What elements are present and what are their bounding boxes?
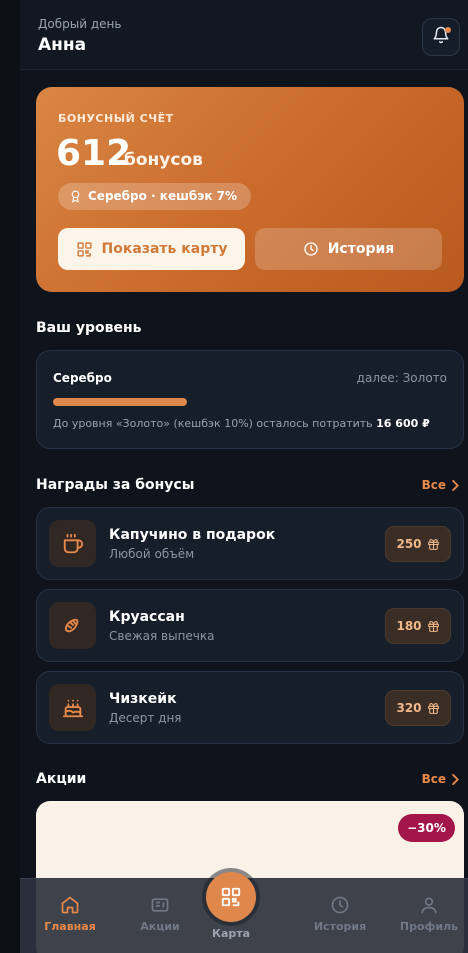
history-button[interactable]: История [255, 228, 442, 270]
reward-subtitle: Любой объём [109, 547, 195, 561]
history-label: История [327, 241, 395, 257]
promos-section-title: Акции [36, 771, 87, 787]
reward-icon-box [49, 520, 96, 567]
remaining-amount: 16 600 ₽ [376, 417, 430, 430]
tab-history-label: История [313, 920, 367, 933]
clock-icon [304, 242, 318, 256]
reward-subtitle: Свежая выпечка [109, 629, 215, 643]
chevron-right-icon [452, 479, 459, 491]
tab-promos-label: Акции [140, 920, 180, 933]
greeting-text: Добрый день [38, 17, 122, 31]
reward-cost-button[interactable]: 320 [385, 690, 451, 726]
tab-history[interactable]: История [295, 895, 385, 933]
rewards-section-title: Награды за бонусы [36, 477, 195, 493]
reward-title: Капучино в подарок [109, 527, 276, 543]
tier-text: Серебро · кешбэк 7% [88, 189, 238, 203]
show-card-label: Показать карту [101, 241, 228, 257]
tab-profile[interactable]: Профиль [384, 895, 468, 933]
reward-cost-button[interactable]: 180 [385, 608, 451, 644]
tab-promos[interactable]: Акции [115, 895, 205, 933]
level-progress-bar [53, 398, 187, 406]
qr-code-icon [221, 887, 241, 907]
reward-item[interactable]: Капучино в подарок Любой объём 250 [36, 507, 464, 580]
level-note-text: До уровня «Золото» (кешбэк 10%) осталось… [53, 417, 373, 430]
chevron-right-icon [452, 773, 459, 785]
ticket-icon [151, 898, 169, 912]
rewards-see-all-label: Все [421, 478, 446, 492]
user-icon [421, 897, 437, 914]
tier-badge: Серебро · кешбэк 7% [58, 183, 252, 210]
reward-title: Чизкейк [109, 691, 177, 707]
bonus-account-label: БОНУСНЫЙ СЧЁТ [58, 112, 174, 125]
notifications-button[interactable] [422, 18, 460, 56]
show-card-button[interactable]: Показать карту [58, 228, 245, 270]
level-section-title: Ваш уровень [36, 320, 142, 336]
reward-subtitle: Десерт дня [109, 711, 182, 725]
discount-badge: −30% [398, 814, 455, 842]
notification-dot [445, 27, 451, 33]
reward-cost: 180 [396, 619, 422, 633]
clock-icon [331, 896, 349, 914]
reward-cost: 320 [396, 701, 422, 715]
next-level: далее: Золото [356, 371, 447, 385]
reward-cost-button[interactable]: 250 [385, 526, 451, 562]
card-qr-button[interactable] [206, 872, 256, 922]
tab-home[interactable]: Главная [25, 895, 115, 933]
bonus-amount: 612 [56, 133, 132, 174]
gift-icon [427, 620, 439, 632]
top-header: Добрый день Анна [20, 0, 468, 70]
user-name: Анна [38, 35, 87, 55]
tab-home-label: Главная [44, 920, 96, 933]
qr-code-icon [76, 241, 92, 257]
reward-item[interactable]: Круассан Свежая выпечка 180 [36, 589, 464, 662]
croissant-icon [64, 618, 78, 632]
coffee-cup-icon [63, 533, 83, 553]
reward-icon-box [49, 684, 96, 731]
cake-icon [62, 699, 83, 717]
tab-card-label: Карта [211, 927, 251, 940]
tab-profile-label: Профиль [399, 920, 459, 933]
reward-title: Круассан [109, 609, 185, 625]
bonus-unit: бонусов [124, 150, 203, 170]
level-note: До уровня «Золото» (кешбэк 10%) осталось… [53, 417, 430, 430]
current-level: Серебро [53, 371, 112, 385]
bonus-account-card: БОНУСНЫЙ СЧЁТ 612 бонусов Серебро · кешб… [36, 87, 464, 292]
promos-see-all-label: Все [421, 772, 446, 786]
gift-icon [427, 702, 439, 714]
medal-icon [71, 190, 80, 203]
gift-icon [427, 538, 439, 550]
level-card: Серебро далее: Золото До уровня «Золото»… [36, 350, 464, 449]
left-edge-strip [0, 0, 20, 953]
rewards-see-all-link[interactable]: Все [422, 478, 459, 492]
reward-item[interactable]: Чизкейк Десерт дня 320 [36, 671, 464, 744]
reward-cost: 250 [396, 537, 422, 551]
home-icon [61, 896, 79, 914]
reward-icon-box [49, 602, 96, 649]
promos-see-all-link[interactable]: Все [422, 772, 459, 786]
